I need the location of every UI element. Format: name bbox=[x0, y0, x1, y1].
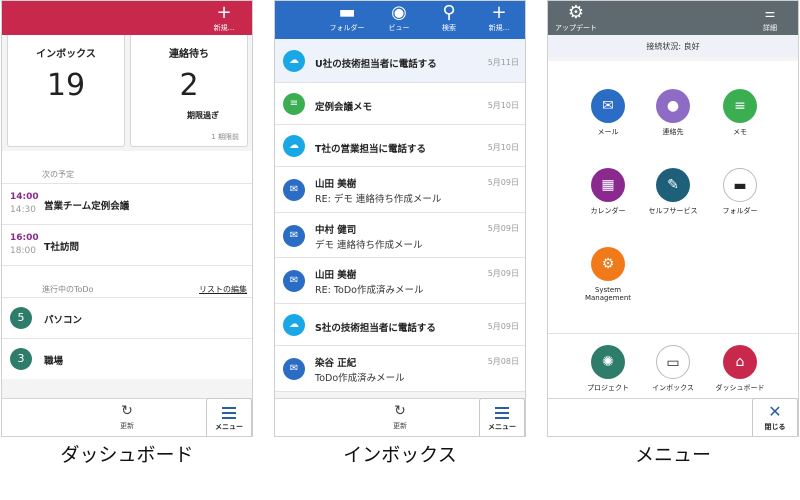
list-item[interactable]: ✉ 染谷 正紀 ToDo作成済みメール 5月08日 bbox=[275, 346, 525, 392]
inbox-tray-icon: ▭ bbox=[656, 345, 690, 379]
list-item[interactable]: ☁ S社の技術担当者に電話する 5月09日 bbox=[275, 304, 525, 346]
cloud-icon: ☁ bbox=[283, 314, 305, 336]
inbox-card[interactable]: インボックス 19 bbox=[7, 35, 125, 147]
list-item[interactable]: ✉ 山田 美樹 RE: ToDo作成済みメール 5月09日 bbox=[275, 258, 525, 304]
list-item[interactable]: ☁ T社の営業担当に電話する 5月10日 bbox=[275, 125, 525, 167]
menu-tile-mail[interactable]: ✉ メール bbox=[573, 89, 643, 136]
menu-tile-self-service[interactable]: ✎ セルフサービス bbox=[638, 168, 708, 215]
close-button[interactable]: ✕ 閉じる bbox=[752, 398, 798, 436]
hamburger-icon bbox=[495, 407, 509, 419]
folder-icon: ▬ bbox=[723, 168, 757, 202]
gear-icon: ⚙ bbox=[567, 2, 585, 23]
memo-icon: ≡ bbox=[283, 93, 305, 115]
list-item[interactable]: ✉ 中村 健司 デモ 連絡待ち作成メール 5月09日 bbox=[275, 213, 525, 258]
home-icon: ⌂ bbox=[723, 345, 757, 379]
hamburger-icon bbox=[222, 407, 236, 419]
calendar-icon: ▦ bbox=[591, 168, 625, 202]
menu-tile-calendar[interactable]: ▦ カレンダー bbox=[573, 168, 643, 215]
list-item[interactable]: ≡ 定例会議メモ 5月10日 bbox=[275, 83, 525, 125]
refresh-icon: ↻ bbox=[121, 403, 133, 419]
dashboard-screen: + 新規... インボックス 19 連絡待ち 2 期限過ぎ 1 期限前 次の予定… bbox=[1, 0, 253, 437]
update-button[interactable]: ⚙ アップデート bbox=[548, 1, 604, 35]
menu-tile-inbox[interactable]: ▭ インボックス bbox=[638, 345, 708, 392]
schedule-heading: 次の予定 bbox=[2, 151, 252, 183]
memo-icon: ≡ bbox=[723, 89, 757, 123]
plus-icon: + bbox=[216, 2, 232, 23]
gear-icon: ⚙ bbox=[591, 247, 625, 281]
menu-tile-contacts[interactable]: ● 連絡先 bbox=[638, 89, 708, 136]
dashboard-list: 次の予定 14:00 14:30 営業チーム定例会議 16:00 18:00 T… bbox=[2, 151, 252, 379]
bulb-icon: ✺ bbox=[591, 345, 625, 379]
menu-tile-system-management[interactable]: ⚙ System Management bbox=[573, 247, 643, 302]
bottom-bar: ↻ 更新 メニュー bbox=[2, 398, 252, 436]
dashboard-caption: ダッシュボード bbox=[60, 444, 194, 466]
folder-icon: ▬ bbox=[338, 2, 356, 23]
todo-item[interactable]: 5 パソコン bbox=[2, 297, 252, 338]
wrench-icon: ✎ bbox=[656, 168, 690, 202]
event-item[interactable]: 16:00 18:00 T社訪問 bbox=[2, 224, 252, 265]
mail-icon: ✉ bbox=[591, 89, 625, 123]
cloud-icon: ☁ bbox=[283, 50, 305, 72]
todo-heading: 進行中のToDo リストの編集 bbox=[2, 265, 252, 297]
menu-button[interactable]: メニュー bbox=[479, 398, 525, 436]
bottom-bar: ↻ 更新 メニュー bbox=[275, 398, 525, 436]
mail-icon: ✉ bbox=[283, 358, 305, 380]
menu-caption: メニュー bbox=[634, 444, 711, 466]
menu-divider bbox=[548, 333, 798, 334]
detail-button[interactable]: ⚌ 詳細 bbox=[742, 1, 798, 35]
view-button[interactable]: ◉ ビュー bbox=[375, 1, 423, 39]
menu-header: ⚙ アップデート ⚌ 詳細 bbox=[548, 1, 798, 35]
mail-icon: ✉ bbox=[283, 179, 305, 201]
cloud-icon: ☁ bbox=[283, 135, 305, 157]
refresh-icon: ↻ bbox=[394, 403, 406, 419]
menu-tile-dashboard[interactable]: ⌂ ダッシュボード bbox=[705, 345, 775, 392]
todo-count-badge: 3 bbox=[10, 348, 32, 370]
list-item[interactable]: ✉ 山田 美樹 RE: デモ 連絡待ち作成メール 5月09日 bbox=[275, 167, 525, 213]
folder-button[interactable]: ▬ フォルダー bbox=[323, 1, 371, 39]
menu-screen: ⚙ アップデート ⚌ 詳細 接続状況: 良好 ✉ メール ● 連絡先 ≡ メモ … bbox=[547, 0, 799, 437]
menu-grid: ✉ メール ● 連絡先 ≡ メモ ▦ カレンダー ✎ セルフサービス ▬ フォル… bbox=[548, 61, 798, 401]
waiting-card[interactable]: 連絡待ち 2 期限過ぎ 1 期限前 bbox=[130, 35, 248, 147]
menu-button[interactable]: メニュー bbox=[206, 398, 252, 436]
new-button[interactable]: + 新規... bbox=[475, 1, 523, 39]
list-item[interactable]: ☁ U社の技術担当者に電話する 5月11日 bbox=[275, 39, 525, 83]
close-icon: ✕ bbox=[768, 402, 782, 421]
mail-icon: ✉ bbox=[283, 270, 305, 292]
mail-icon: ✉ bbox=[283, 225, 305, 247]
settings-sliders-icon: ⚌ bbox=[764, 6, 776, 20]
inbox-caption: インボックス bbox=[343, 444, 457, 466]
inbox-header: ▬ フォルダー ◉ ビュー ⚲ 検索 + 新規... bbox=[275, 1, 525, 39]
new-button[interactable]: + 新規... bbox=[196, 1, 252, 35]
edit-list-link[interactable]: リストの編集 bbox=[199, 284, 247, 295]
todo-count-badge: 5 bbox=[10, 307, 32, 329]
menu-tile-memo[interactable]: ≡ メモ bbox=[705, 89, 775, 136]
dashboard-header: + 新規... bbox=[2, 1, 252, 35]
contact-icon: ● bbox=[656, 89, 690, 123]
menu-tile-folder[interactable]: ▬ フォルダー bbox=[705, 168, 775, 215]
eye-icon: ◉ bbox=[391, 2, 407, 23]
search-icon: ⚲ bbox=[442, 2, 456, 23]
todo-item[interactable]: 3 職場 bbox=[2, 338, 252, 379]
refresh-button[interactable]: ↻ 更新 bbox=[102, 403, 152, 431]
refresh-button[interactable]: ↻ 更新 bbox=[375, 403, 425, 431]
event-item[interactable]: 14:00 14:30 営業チーム定例会議 bbox=[2, 183, 252, 224]
bottom-bar: ✕ 閉じる bbox=[548, 398, 798, 436]
connection-status: 接続状況: 良好 bbox=[548, 35, 798, 57]
plus-icon: + bbox=[491, 2, 507, 23]
summary-cards: インボックス 19 連絡待ち 2 期限過ぎ 1 期限前 bbox=[2, 35, 252, 150]
search-button[interactable]: ⚲ 検索 bbox=[425, 1, 473, 39]
menu-tile-project[interactable]: ✺ プロジェクト bbox=[573, 345, 643, 392]
inbox-screen: ▬ フォルダー ◉ ビュー ⚲ 検索 + 新規... ☁ U社の技術担当者に電話… bbox=[274, 0, 526, 437]
